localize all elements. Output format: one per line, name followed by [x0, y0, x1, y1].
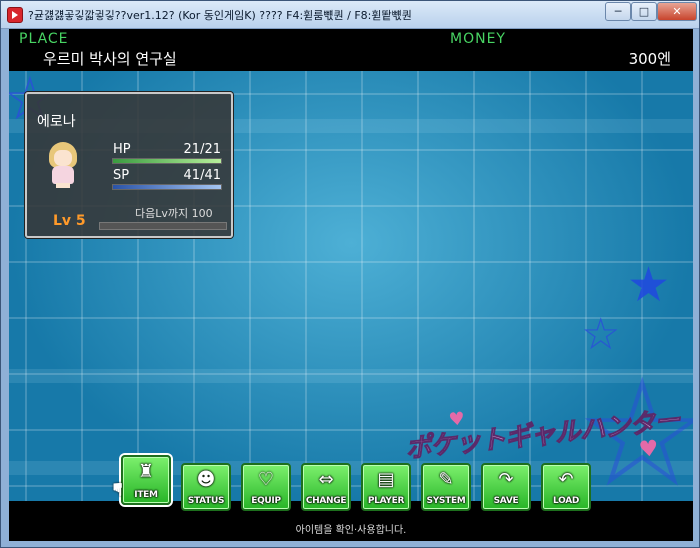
sp-bar — [112, 184, 222, 190]
exp-bar — [99, 222, 227, 230]
menu-button-label: ITEM — [134, 490, 158, 500]
place-label: PLACE — [19, 31, 69, 47]
wrench-icon: ✎ — [438, 469, 454, 490]
money-label: MONEY — [450, 31, 506, 47]
bag-icon: ♜ — [137, 461, 155, 482]
card-icon: ▤ — [377, 469, 395, 490]
minimize-button[interactable]: ─ — [605, 2, 631, 21]
menu-button-save[interactable]: ↷ SAVE — [481, 463, 531, 511]
money-value: 300엔 — [628, 50, 671, 68]
game-screen: ☆ ★ ☆ ☆ PLACE 우르미 박사의 연구실 MONEY 300엔 에로나… — [9, 29, 693, 541]
hp-bar — [112, 158, 222, 164]
hp-label: HP — [113, 142, 131, 157]
top-info-bar: PLACE 우르미 박사의 연구실 MONEY 300엔 — [9, 29, 693, 71]
character-portrait-icon — [43, 140, 83, 188]
close-button[interactable]: ✕ — [657, 2, 697, 21]
save-arrow-icon: ↷ — [498, 469, 514, 490]
sp-label: SP — [113, 168, 130, 183]
character-status-panel: 에로나 HP 21/21 SP 41/41 Lv 5 다음Lv까지 100 — [25, 92, 233, 238]
hand-pointer-icon: ☛ — [106, 481, 128, 498]
place-name: 우르미 박사의 연구실 — [43, 50, 177, 68]
hp-bar-fill — [113, 159, 221, 163]
character-name: 에로나 — [37, 114, 76, 130]
menu-button-system[interactable]: ✎ SYSTEM — [421, 463, 471, 511]
bikini-icon: ♡ — [257, 469, 275, 490]
maximize-button[interactable]: □ — [631, 2, 657, 21]
menu-button-label: LOAD — [552, 496, 580, 506]
menu-button-label: SAVE — [493, 496, 519, 506]
window-title: ?귣걣걣곻깋깗귛깋??ver1.12? (Kor 동인게임K) ???? F4:… — [28, 9, 412, 22]
menu-button-load[interactable]: ↶ LOAD — [541, 463, 591, 511]
menu-button-equip[interactable]: ♡ EQUIP — [241, 463, 291, 511]
next-level-label: 다음Lv까지 100 — [135, 207, 213, 220]
person-icon: ☻ — [196, 469, 216, 490]
level-label: Lv 5 — [53, 213, 86, 229]
help-text: 아이템을 확인·사용합니다. — [295, 525, 407, 536]
sp-value: 41/41 — [183, 168, 221, 183]
hp-value: 21/21 — [183, 142, 221, 157]
app-icon — [7, 7, 23, 23]
menu-button-player[interactable]: ▤ PLAYER — [361, 463, 411, 511]
menu-button-label: STATUS — [187, 496, 225, 506]
menu-button-label: PLAYER — [367, 496, 405, 506]
load-arrow-icon: ↶ — [558, 469, 574, 490]
game-window: ?귣걣걣곻깋깗귛깋??ver1.12? (Kor 동인게임K) ???? F4:… — [0, 0, 700, 548]
star-decoration-icon: ★ — [627, 257, 671, 313]
sp-bar-fill — [113, 185, 221, 189]
title-bar[interactable]: ?귣걣걣곻깋깗귛깋??ver1.12? (Kor 동인게임K) ???? F4:… — [1, 1, 699, 29]
swap-arrows-icon: ⇔ — [318, 469, 334, 490]
menu-button-label: EQUIP — [251, 496, 281, 506]
menu-button-status[interactable]: ☻ STATUS — [181, 463, 231, 511]
menu-button-item[interactable]: ♜ ITEM — [121, 455, 171, 505]
menu-button-label: CHANGE — [305, 496, 347, 506]
menu-button-change[interactable]: ⇔ CHANGE — [301, 463, 351, 511]
menu-button-label: SYSTEM — [426, 496, 466, 506]
